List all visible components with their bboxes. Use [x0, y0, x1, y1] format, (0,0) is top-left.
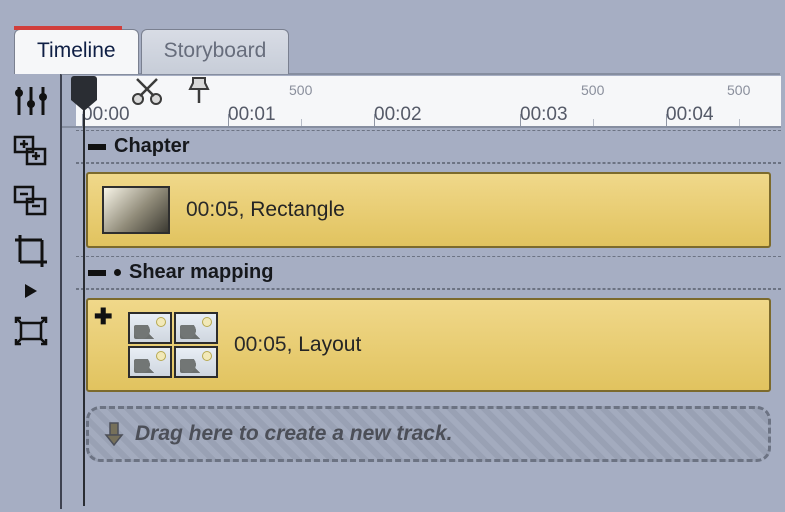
new-track-dropzone[interactable]: Drag here to create a new track.: [86, 406, 771, 462]
playhead-line: [83, 76, 85, 506]
play-icon: [22, 282, 40, 300]
crop-icon: [13, 233, 49, 269]
clip-name: Rectangle: [250, 198, 345, 221]
fit-button[interactable]: [8, 310, 54, 352]
ruler-minor-tick: 500: [581, 82, 604, 98]
ruler-minor-tick: 500: [289, 82, 312, 98]
remove-track-icon: [12, 184, 50, 218]
group-dot-icon: [114, 269, 121, 276]
collapse-icon[interactable]: [88, 270, 106, 276]
clip-name: Layout: [298, 333, 361, 356]
collapse-icon[interactable]: [88, 144, 106, 150]
ruler-minor-tick: 500: [727, 82, 750, 98]
group-name: Chapter: [114, 135, 190, 158]
playhead[interactable]: [71, 76, 97, 111]
clip-row-chapter: 00:05, Rectangle: [76, 163, 781, 256]
time-ruler[interactable]: 00:0000:0100:0200:0300:04500500500: [76, 76, 781, 128]
remove-track-button[interactable]: [8, 180, 54, 222]
scissors-icon: [130, 76, 164, 106]
clip-label: 00:05, Rectangle: [186, 198, 345, 222]
crop-button[interactable]: [8, 230, 54, 272]
clip-thumbnail-rect: [102, 186, 170, 234]
group-header-chapter[interactable]: Chapter: [76, 130, 781, 163]
dropzone-text: Drag here to create a new track.: [135, 422, 452, 446]
timeline-toolbar: [4, 80, 58, 352]
cut-tool[interactable]: [130, 76, 164, 111]
clip-row-shear: ✚ 00:05, Layout: [76, 289, 781, 400]
clip-label: 00:05, Layout: [234, 333, 361, 357]
clip-thumbnail-layout: [128, 312, 218, 378]
clip-layout[interactable]: ✚ 00:05, Layout: [86, 298, 771, 392]
tab-timeline[interactable]: Timeline: [14, 29, 139, 74]
ruler-major-tick: 00:02: [374, 104, 422, 126]
add-track-button[interactable]: [8, 130, 54, 172]
drop-arrow-icon: [103, 421, 125, 447]
ruler-major-tick: 00:04: [666, 104, 714, 126]
align-tracks-button[interactable]: [8, 80, 54, 122]
ruler-major-tick: 00:03: [520, 104, 568, 126]
tab-storyboard[interactable]: Storyboard: [141, 29, 290, 74]
clip-duration: 00:05: [234, 333, 287, 356]
clip-rectangle[interactable]: 00:05, Rectangle: [86, 172, 771, 248]
clip-duration: 00:05: [186, 198, 239, 221]
align-tracks-icon: [13, 84, 49, 118]
active-tab-accent: [14, 26, 122, 30]
tracks-area: Chapter 00:05, Rectangle Shear mapping ✚: [76, 130, 781, 508]
fit-icon: [12, 314, 50, 348]
group-name: Shear mapping: [129, 261, 273, 284]
marker-pin-icon: [186, 76, 212, 106]
tab-bar: Timeline Storyboard: [14, 29, 291, 74]
add-track-icon: [12, 134, 50, 168]
ruler-major-tick: 00:01: [228, 104, 276, 126]
play-button[interactable]: [8, 280, 54, 302]
marker-tool[interactable]: [186, 76, 212, 111]
group-header-shear[interactable]: Shear mapping: [76, 256, 781, 289]
expand-clip-icon[interactable]: ✚: [94, 306, 112, 328]
